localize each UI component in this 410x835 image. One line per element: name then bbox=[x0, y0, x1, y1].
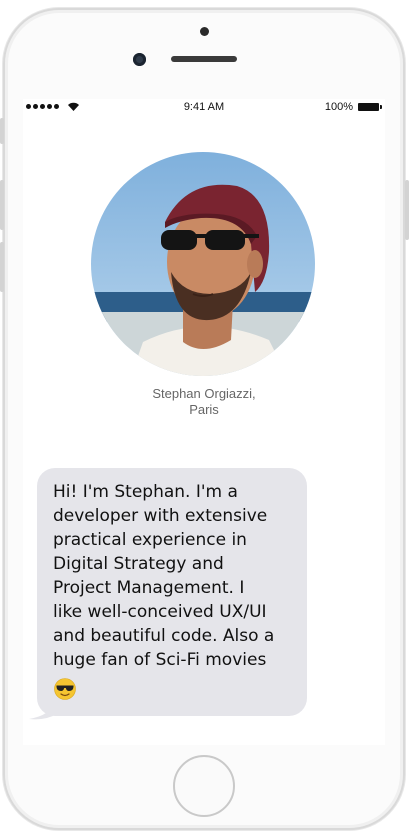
volume-up-button bbox=[0, 180, 4, 230]
home-button[interactable] bbox=[173, 755, 235, 817]
message-bubble: Hi! I'm Stephan. I'm a developer with ex… bbox=[37, 468, 307, 716]
profile-name-text: Stephan Orgiazzi, bbox=[152, 386, 256, 401]
avatar bbox=[91, 152, 315, 376]
message-text: Hi! I'm Stephan. I'm a developer with ex… bbox=[53, 482, 275, 670]
power-button bbox=[405, 180, 409, 240]
volume-down-button bbox=[0, 242, 4, 292]
battery-percentage: 100% bbox=[324, 101, 353, 113]
earpiece-speaker bbox=[171, 56, 237, 62]
screen: 9:41 AM 100% Stephan Orgiazzi, Paris Hi!… bbox=[23, 99, 385, 745]
front-camera bbox=[133, 53, 146, 66]
front-sensor bbox=[200, 27, 209, 36]
mute-switch bbox=[0, 118, 4, 144]
battery-icon bbox=[358, 103, 382, 111]
profile-city: Paris bbox=[189, 402, 219, 417]
status-bar: 9:41 AM 100% bbox=[23, 99, 385, 117]
profile-name: Stephan Orgiazzi, Paris bbox=[23, 386, 385, 418]
sunglasses-face-icon bbox=[54, 678, 76, 700]
